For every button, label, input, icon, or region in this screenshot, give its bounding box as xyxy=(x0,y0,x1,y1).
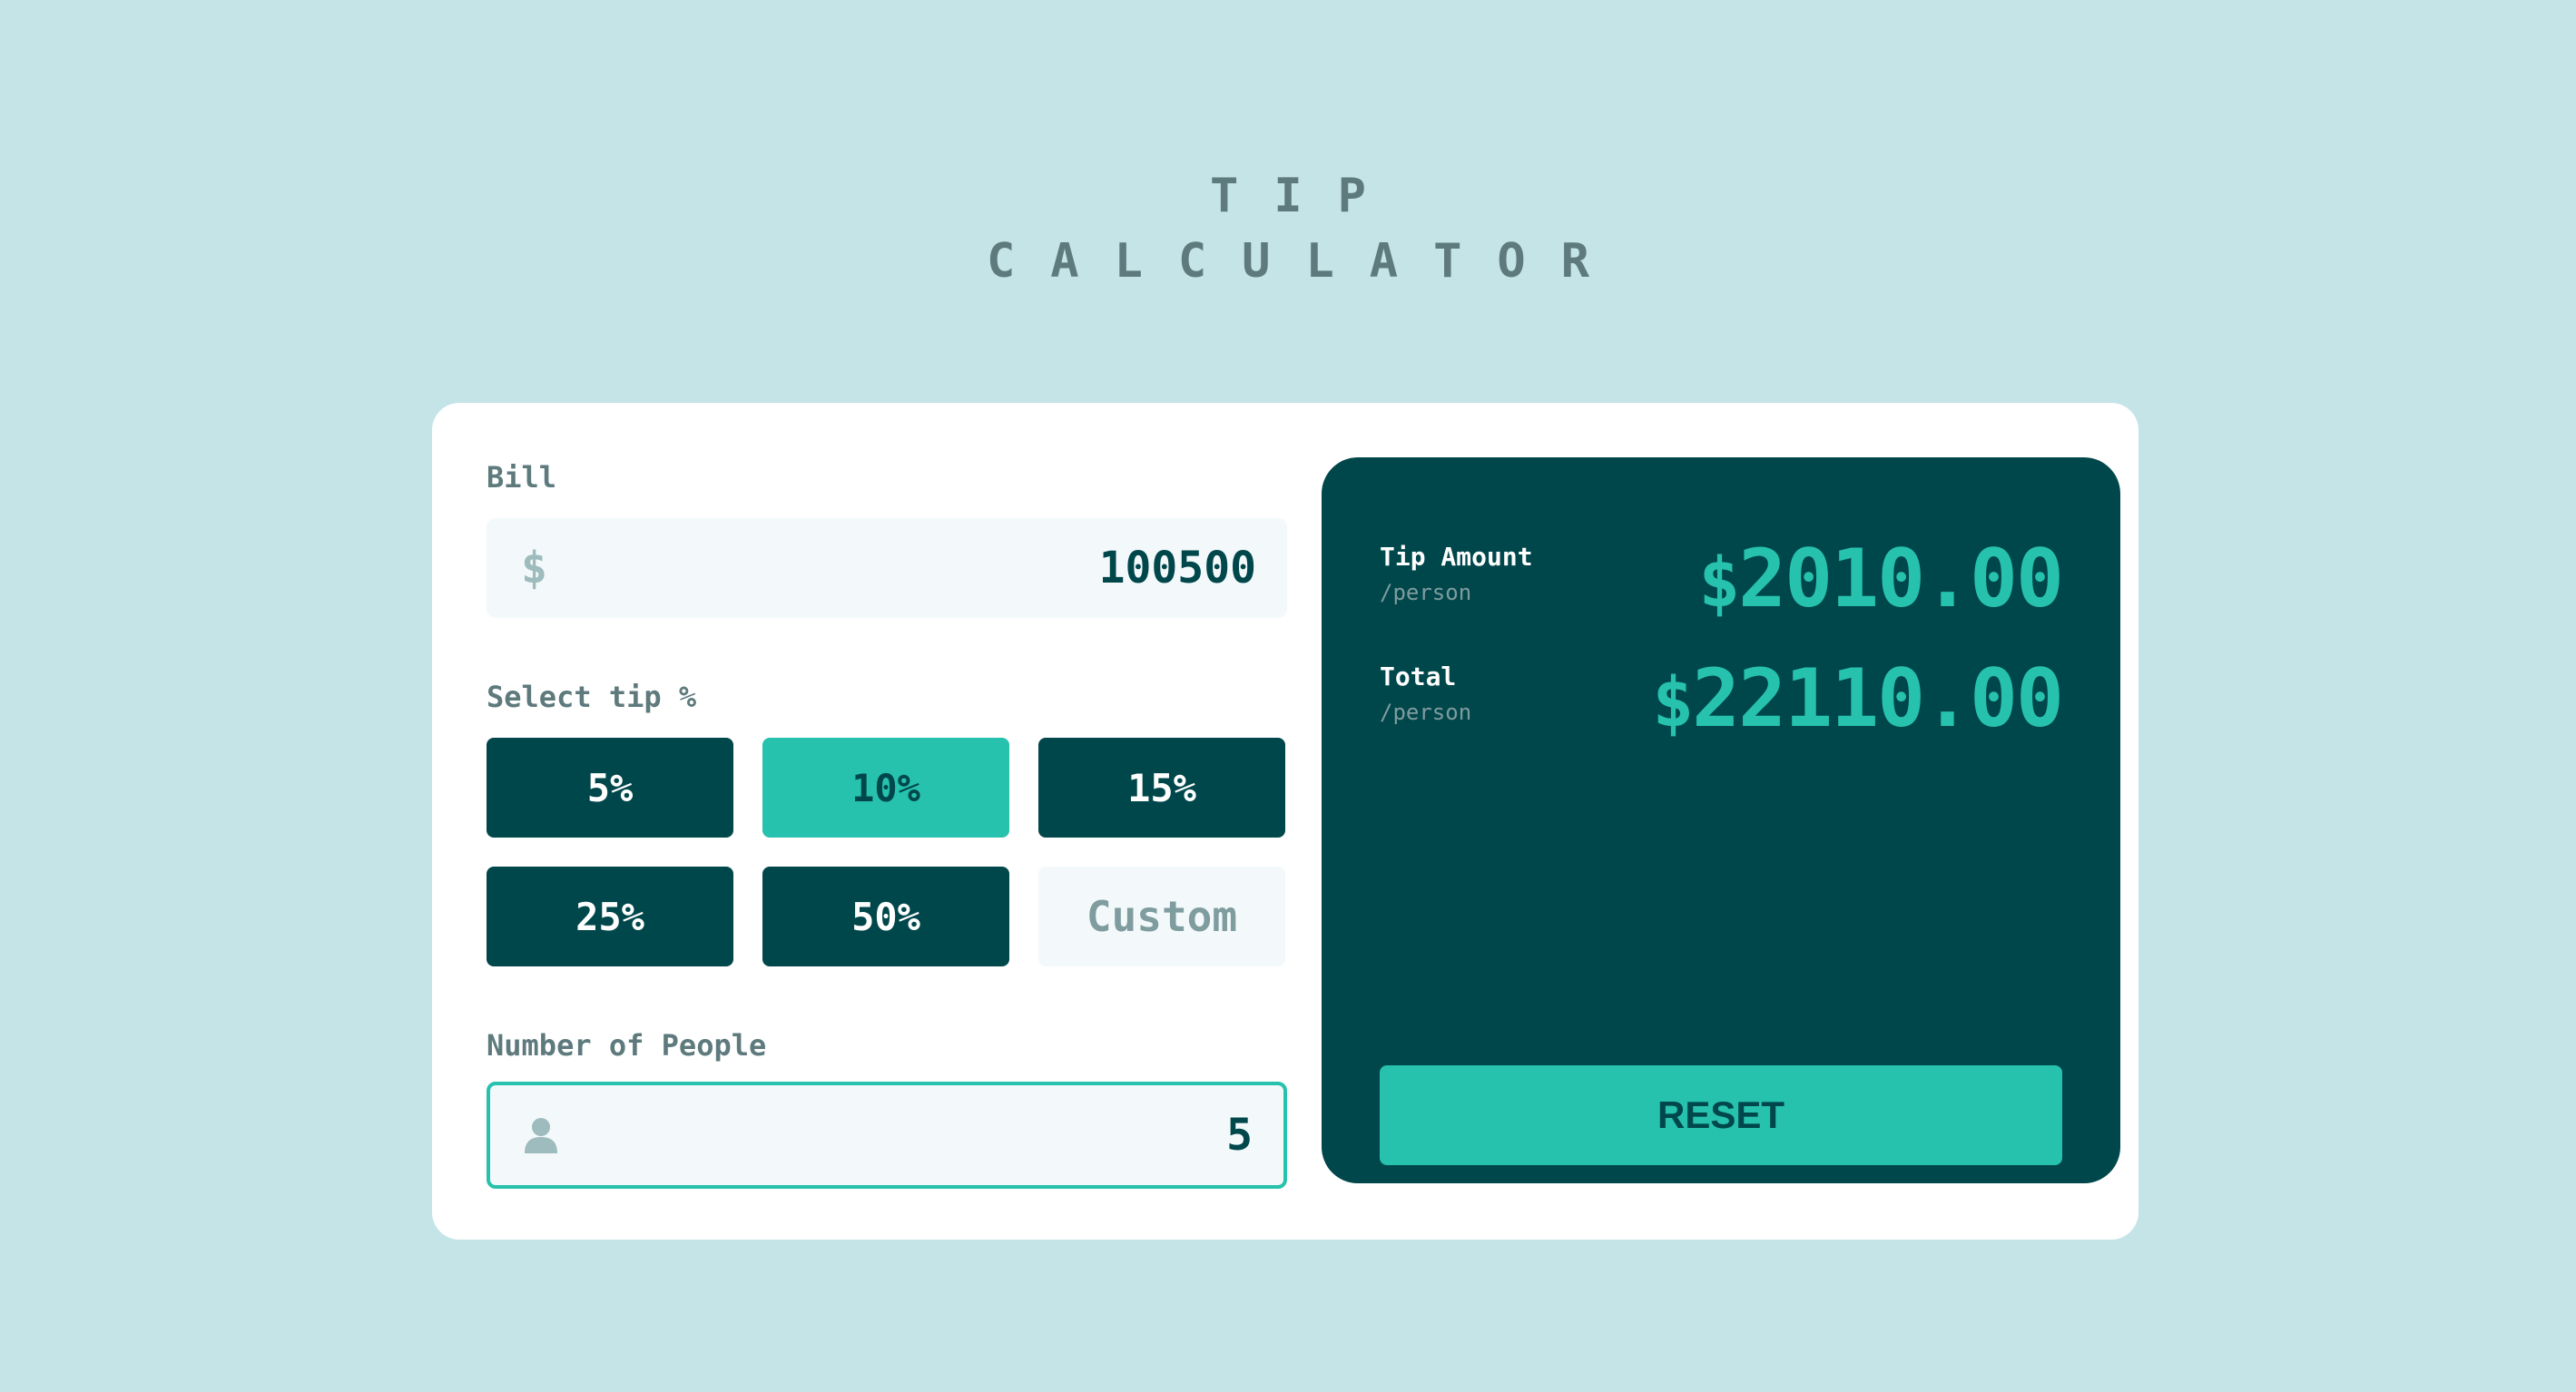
people-input[interactable]: 5 xyxy=(487,1082,1287,1189)
tip-amount-per-person: /person xyxy=(1380,580,1472,605)
bill-label: Bill xyxy=(487,460,557,495)
custom-tip-input[interactable]: Custom xyxy=(1038,867,1285,966)
results-panel: Tip Amount /person $2010.00 Total /perso… xyxy=(1322,457,2120,1183)
logo-line-tip: TIP xyxy=(1210,169,1401,223)
tip-button-15[interactable]: 15% xyxy=(1038,738,1285,838)
tip-amount-value: $2010.00 xyxy=(1698,532,2064,628)
person-icon xyxy=(525,1085,557,1185)
tip-amount-label: Tip Amount xyxy=(1380,542,1533,572)
tip-button-5[interactable]: 5% xyxy=(487,738,733,838)
dollar-icon: $ xyxy=(521,543,547,593)
app-logo: TIP CALCULATOR xyxy=(0,163,2576,294)
total-label: Total xyxy=(1380,662,1457,691)
total-value: $22110.00 xyxy=(1652,652,2064,748)
reset-button[interactable]: RESET xyxy=(1380,1065,2062,1165)
select-tip-label: Select tip % xyxy=(487,680,697,714)
people-label: Number of People xyxy=(487,1028,767,1063)
people-value: 5 xyxy=(1226,1110,1253,1161)
total-number: 22110.00 xyxy=(1692,652,2064,745)
tip-button-50[interactable]: 50% xyxy=(762,867,1009,966)
tip-amount-number: 2010.00 xyxy=(1738,532,2064,625)
calculator-card: Bill $ 100500 Select tip % 5% 10% 15% 25… xyxy=(432,403,2138,1240)
tip-button-10[interactable]: 10% xyxy=(762,738,1009,838)
tip-button-25[interactable]: 25% xyxy=(487,867,733,966)
total-per-person: /person xyxy=(1380,700,1472,725)
total-currency: $ xyxy=(1652,662,1694,742)
bill-input[interactable]: $ 100500 xyxy=(487,518,1287,618)
tip-amount-currency: $ xyxy=(1698,542,1740,622)
logo-line-calculator: CALCULATOR xyxy=(986,234,1626,289)
bill-value: 100500 xyxy=(1098,543,1256,593)
